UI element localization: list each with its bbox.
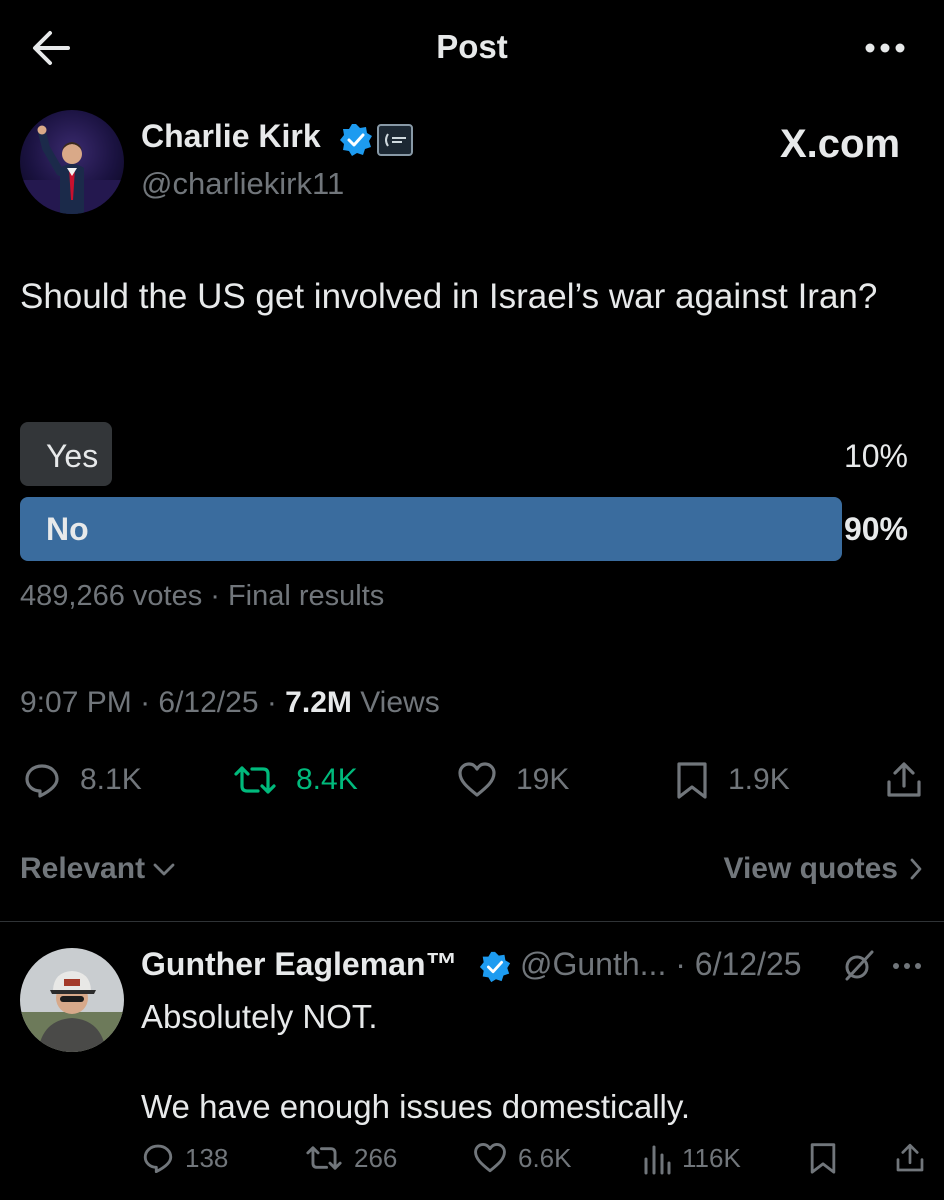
bookmark-button[interactable]: 1.9K — [674, 758, 790, 802]
reply-handle-date[interactable]: @Gunth... · 6/12/25 — [520, 946, 802, 983]
views-count: 7.2M — [285, 686, 352, 719]
repost-count: 8.4K — [296, 763, 358, 796]
post-date[interactable]: 6/12/25 — [158, 686, 258, 719]
author-avatar[interactable] — [20, 110, 124, 214]
repost-icon — [234, 766, 276, 794]
repost-icon — [306, 1146, 342, 1170]
poll-option-no-label: No — [46, 511, 89, 547]
more-button[interactable] — [860, 34, 910, 62]
reply-repost-count: 266 — [354, 1142, 398, 1173]
view-quotes-label: View quotes — [723, 852, 899, 885]
meta-separator: · — [266, 686, 286, 719]
author-name[interactable]: Charlie Kirk — [141, 118, 321, 155]
chevron-down-icon — [153, 863, 175, 876]
views-icon — [644, 1145, 671, 1175]
reply-views-button[interactable]: 116K — [642, 1140, 741, 1176]
reply-share-button[interactable] — [894, 1140, 926, 1176]
reply-icon — [143, 1144, 173, 1174]
bookmark-count: 1.9K — [728, 763, 790, 796]
reply-more-button[interactable] — [890, 958, 924, 974]
more-icon — [893, 963, 921, 969]
meta-separator: · — [140, 686, 159, 719]
sort-relevant-label: Relevant — [20, 852, 146, 885]
reply-button[interactable]: 8.1K — [22, 758, 142, 802]
like-count: 19K — [516, 763, 570, 796]
verified-icon — [338, 122, 374, 158]
reply-count: 8.1K — [80, 763, 142, 796]
share-button[interactable] — [884, 758, 924, 802]
like-icon — [474, 1142, 506, 1173]
views-label: Views — [360, 686, 440, 719]
poll-meta: 489,266 votes · Final results — [20, 580, 385, 612]
grok-icon[interactable] — [842, 948, 876, 982]
reply-views-count: 116K — [682, 1142, 741, 1173]
poll-option-yes-percent: 10% — [843, 438, 908, 474]
post-time[interactable]: 9:07 PM — [20, 686, 132, 719]
chevron-right-icon — [910, 858, 922, 880]
affiliation-badge[interactable] — [377, 124, 413, 156]
reply-text: Absolutely NOT. We have enough issues do… — [141, 998, 691, 1125]
reply-like-button[interactable]: 6.6K — [472, 1140, 572, 1176]
sort-relevant-dropdown[interactable]: Relevant — [20, 852, 177, 886]
reply-reply-count: 138 — [185, 1142, 229, 1173]
brand-watermark: X.com — [780, 122, 901, 166]
bookmark-icon — [810, 1143, 836, 1174]
author-handle[interactable]: @charliekirk11 — [141, 166, 344, 202]
reply-icon — [25, 764, 59, 798]
more-icon — [865, 43, 905, 53]
verified-icon — [478, 950, 512, 984]
reply-author-name[interactable]: Gunther Eagleman™ — [141, 946, 458, 983]
divider — [0, 921, 944, 922]
reply-avatar[interactable] — [20, 948, 124, 1052]
poll-option-no-bar — [20, 497, 842, 561]
repost-button[interactable]: 8.4K — [232, 758, 358, 802]
reply-like-count: 6.6K — [518, 1142, 572, 1173]
poll-option-no-percent: 90% — [843, 511, 908, 547]
reply-bookmark-button[interactable] — [808, 1140, 838, 1176]
like-button[interactable]: 19K — [456, 758, 569, 802]
view-quotes-link[interactable]: View quotes — [724, 852, 925, 886]
like-icon — [458, 762, 496, 797]
reply-repost-button[interactable]: 266 — [304, 1140, 397, 1176]
post-meta: 9:07 PM · 6/12/25 · 7.2M Views — [20, 686, 440, 720]
post-text: Should the US get involved in Israel’s w… — [20, 277, 878, 316]
share-icon — [887, 762, 921, 797]
page-title: Post — [436, 28, 508, 65]
poll-option-yes-label: Yes — [46, 438, 99, 474]
reply-reply-button[interactable]: 138 — [141, 1140, 228, 1176]
share-icon — [896, 1143, 924, 1172]
bookmark-icon — [677, 762, 707, 799]
